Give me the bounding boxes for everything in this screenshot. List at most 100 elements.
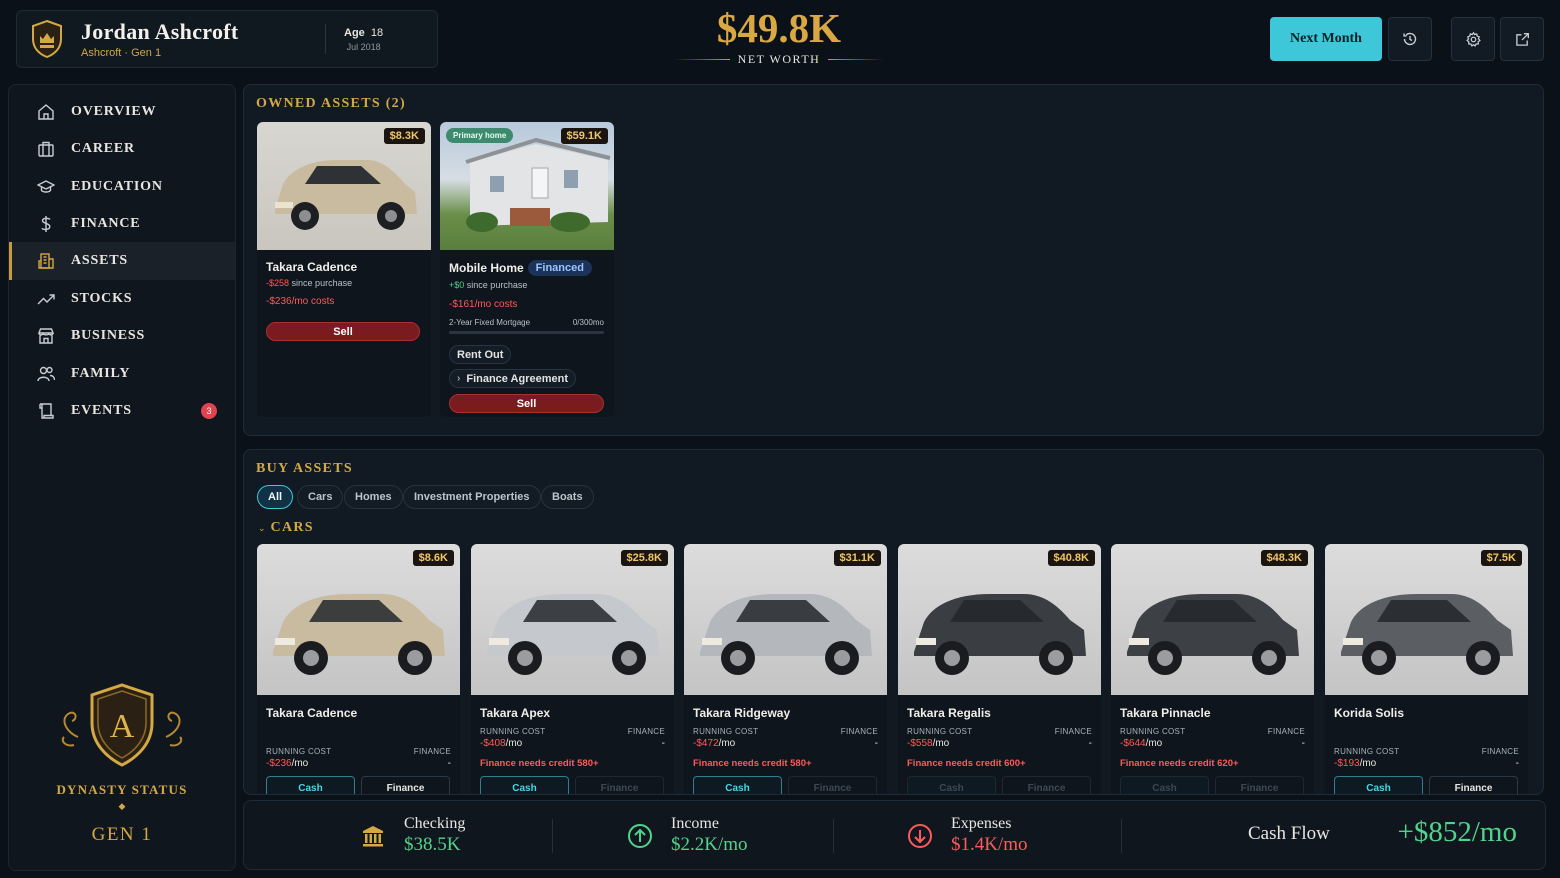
asset-image: $8.3K — [257, 122, 431, 250]
buildings-icon — [37, 252, 55, 270]
mortgage-progress: 0/300mo — [572, 318, 604, 327]
car-listing-card: $7.5K Korida Solis RUNNING COST -$193/mo… — [1325, 544, 1528, 794]
game-date: Jul 2018 — [346, 41, 381, 52]
owned-assets-title: OWNED ASSETS (2) — [256, 96, 406, 111]
rent-out-button[interactable]: Rent Out — [449, 345, 512, 364]
running-cost-label: RUNNING COST — [907, 727, 973, 736]
running-cost-value: -$472/mo — [693, 738, 736, 749]
player-name: Jordan Ashcroft — [81, 19, 239, 44]
finance-label: FINANCE — [840, 727, 878, 736]
buy-assets-title: BUY ASSETS — [256, 461, 353, 476]
sell-button[interactable]: Sell — [449, 394, 604, 413]
running-cost-label: RUNNING COST — [480, 727, 546, 736]
buy-cash-button[interactable]: Cash — [1334, 776, 1423, 794]
sidebar-item-label: ASSETS — [71, 253, 128, 268]
car-name: Takara Ridgeway — [693, 706, 791, 720]
settings-button[interactable] — [1451, 17, 1495, 61]
player-lineage: Ashcroft · Gen 1 — [81, 47, 162, 59]
buy-finance-button[interactable]: Finance — [1215, 776, 1304, 794]
car-listing-card: $8.6K Takara Cadence RUNNING COST -$236/… — [257, 544, 460, 794]
car-listing-card: $25.8K Takara Apex RUNNING COST -$408/mo… — [471, 544, 674, 794]
buy-cash-button[interactable]: Cash — [266, 776, 355, 794]
finance-credit-warning: Finance needs credit 580+ — [480, 758, 599, 769]
finance-agreement-toggle[interactable]: › Finance Agreement — [449, 369, 577, 388]
car-image: $8.6K — [257, 544, 460, 695]
asset-costs: -$236/mo costs — [266, 296, 335, 307]
checking-label: Checking — [404, 815, 466, 832]
asset-costs: -$161/mo costs — [449, 299, 518, 310]
car-price-tag: $8.6K — [412, 550, 454, 566]
sidebar-item-business[interactable]: BUSINESS — [9, 317, 235, 355]
checking-value: $38.5K — [404, 834, 461, 855]
finance-credit-warning: Finance needs credit 600+ — [907, 758, 1026, 769]
divider — [325, 24, 326, 54]
arrow-down-circle-icon — [907, 823, 933, 849]
running-cost-value: -$644/mo — [1120, 738, 1163, 749]
diamond-icon: ◆ — [118, 801, 126, 811]
car-price-tag: $7.5K — [1480, 550, 1522, 566]
financed-badge: Financed — [527, 260, 592, 276]
sidebar-item-events[interactable]: EVENTS 3 — [9, 392, 235, 430]
sell-button[interactable]: Sell — [266, 322, 420, 341]
filter-tab-investment-properties[interactable]: Investment Properties — [403, 485, 541, 509]
events-count-badge: 3 — [201, 403, 217, 419]
car-listing-card: $48.3K Takara Pinnacle RUNNING COST -$64… — [1111, 544, 1314, 794]
sidebar-item-finance[interactable]: FINANCE — [9, 205, 235, 243]
dollar-icon — [37, 215, 55, 233]
sidebar-item-label: STOCKS — [71, 291, 133, 306]
buy-finance-button[interactable]: Finance — [788, 776, 877, 794]
finance-label: FINANCE — [1267, 727, 1305, 736]
buy-cash-button[interactable]: Cash — [907, 776, 996, 794]
cash-flow-label: Cash Flow — [1248, 823, 1330, 844]
history-button[interactable] — [1388, 17, 1432, 61]
sidebar-item-label: BUSINESS — [71, 328, 146, 343]
buy-finance-button[interactable]: Finance — [361, 776, 450, 794]
filter-tab-cars[interactable]: Cars — [297, 485, 344, 509]
car-image: $25.8K — [471, 544, 674, 695]
checking-stat: Checking $38.5K — [360, 815, 465, 856]
asset-name-row: Mobile Home Financed — [449, 260, 592, 276]
next-month-button[interactable]: Next Month — [1270, 17, 1382, 61]
net-worth-label: NET WORTH — [737, 52, 821, 66]
asset-price-tag: $59.1K — [560, 128, 608, 144]
car-price-tag: $25.8K — [620, 550, 668, 566]
sidebar-item-career[interactable]: CAREER — [9, 130, 235, 168]
age-block: Age 18 Jul 2018 — [344, 27, 383, 52]
expenses-stat: Expenses $1.4K/mo — [907, 815, 1028, 856]
buy-cash-button[interactable]: Cash — [693, 776, 782, 794]
income-stat: Income $2.2K/mo — [627, 815, 748, 856]
owned-asset-card: Primary home $59.1K Mobile Home Financed… — [440, 122, 614, 417]
buy-finance-button[interactable]: Finance — [1002, 776, 1091, 794]
filter-tab-homes[interactable]: Homes — [344, 485, 403, 509]
running-cost-value: -$236/mo — [266, 758, 309, 769]
asset-image: Primary home $59.1K — [440, 122, 614, 250]
finance-credit-warning: Finance needs credit 620+ — [1120, 758, 1239, 769]
car-image-icon — [700, 594, 872, 675]
car-image-icon — [1341, 594, 1513, 675]
car-image: $31.1K — [684, 544, 887, 695]
sidebar-item-assets[interactable]: ASSETS — [9, 242, 235, 280]
financial-summary-bar: Checking $38.5K Income $2.2K/mo Expenses… — [243, 800, 1546, 870]
sidebar-item-family[interactable]: FAMILY — [9, 355, 235, 393]
sidebar-item-overview[interactable]: OVERVIEW — [9, 93, 235, 131]
cars-section-toggle[interactable]: ⌄ CARS — [258, 520, 314, 536]
buy-finance-button[interactable]: Finance — [575, 776, 664, 794]
net-worth-value: $49.8K — [716, 5, 842, 51]
running-cost-value: -$193/mo — [1334, 758, 1377, 769]
car-name: Takara Pinnacle — [1120, 706, 1211, 720]
profile-card: Jordan Ashcroft Ashcroft · Gen 1 Age 18 … — [16, 10, 438, 68]
finance-label: FINANCE — [413, 747, 451, 756]
sidebar-item-education[interactable]: EDUCATION — [9, 168, 235, 206]
external-link-button[interactable] — [1500, 17, 1544, 61]
car-image-icon — [487, 594, 659, 675]
filter-tab-boats[interactable]: Boats — [541, 485, 594, 509]
buy-cash-button[interactable]: Cash — [480, 776, 569, 794]
buy-finance-button[interactable]: Finance — [1429, 776, 1518, 794]
finance-value: - — [1088, 738, 1092, 749]
expenses-value: $1.4K/mo — [951, 834, 1028, 855]
sidebar-item-stocks[interactable]: STOCKS — [9, 280, 235, 318]
car-price-tag: $40.8K — [1047, 550, 1095, 566]
buy-cash-button[interactable]: Cash — [1120, 776, 1209, 794]
asset-price-tag: $8.3K — [383, 128, 425, 144]
filter-tab-all[interactable]: All — [257, 485, 294, 509]
